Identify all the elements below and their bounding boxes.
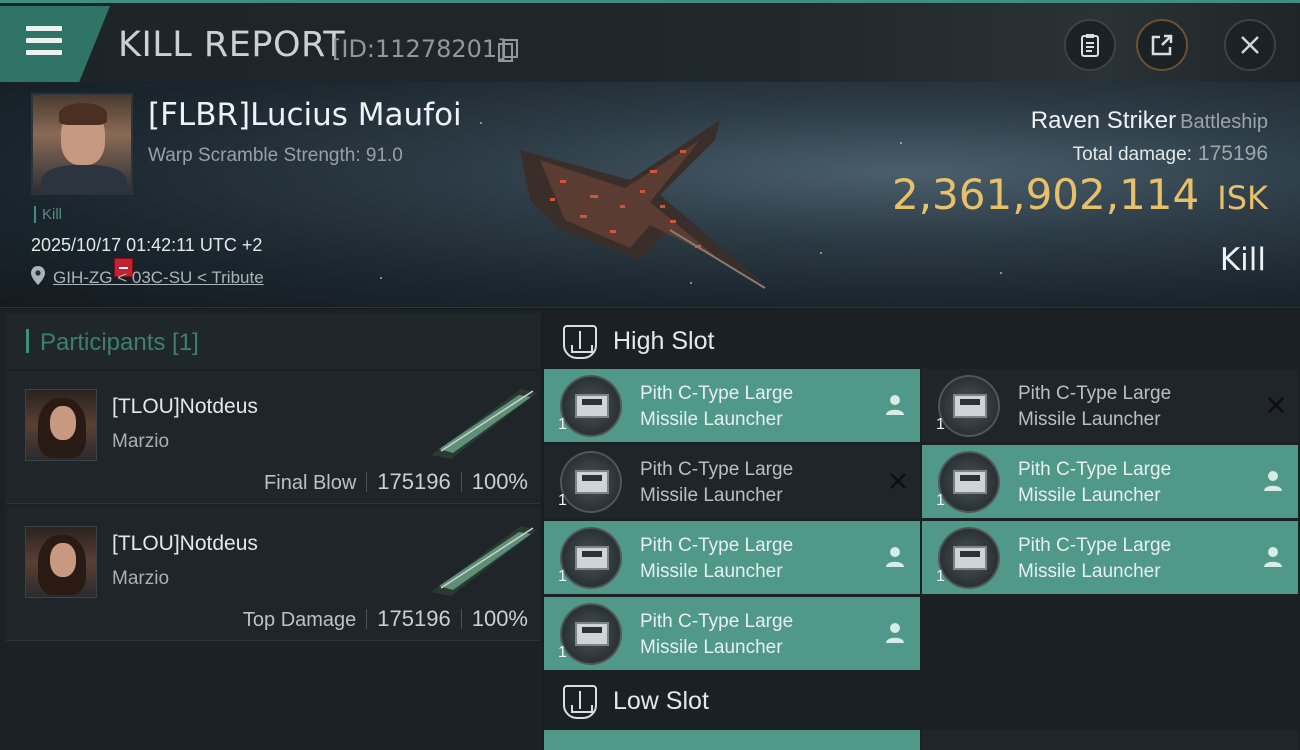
fitted-user-icon bbox=[886, 395, 904, 415]
participant-percent: 100% bbox=[471, 606, 528, 631]
close-icon bbox=[1241, 36, 1259, 54]
missile-launcher-icon bbox=[938, 527, 1000, 589]
isk-amount: 2,361,902,114 bbox=[891, 170, 1200, 219]
module-name: Pith C-Type Large Missile Launcher bbox=[640, 383, 794, 430]
module-quantity: 1 bbox=[558, 416, 567, 433]
total-damage: Total damage: 175196 bbox=[1073, 142, 1268, 166]
low-slot-header: Low Slot bbox=[543, 673, 1300, 731]
victim-ship-image bbox=[520, 120, 766, 289]
participant-stats: Top Damage 175196 100% bbox=[243, 606, 528, 632]
missile-launcher-icon bbox=[560, 527, 622, 589]
module-item[interactable]: 1 Pith C-Type Large Missile Launcher bbox=[544, 597, 920, 670]
missile-launcher-icon bbox=[560, 375, 622, 437]
module-name: Pith C-Type Large Missile Launcher bbox=[1018, 535, 1172, 582]
menu-icon bbox=[26, 50, 62, 55]
participant-avatar[interactable] bbox=[25, 526, 97, 598]
participant-role: Top Damage bbox=[242, 609, 357, 631]
missile-launcher-icon bbox=[938, 375, 1000, 437]
destroyed-x-icon bbox=[890, 473, 906, 489]
total-damage-label: Total damage: bbox=[1072, 144, 1192, 165]
ship-name: Raven Striker Battleship bbox=[1031, 107, 1268, 135]
high-slot-title: High Slot bbox=[613, 327, 715, 355]
participant-ship-name: Marzio bbox=[112, 431, 170, 452]
total-damage-value: 175196 bbox=[1197, 142, 1268, 165]
participant-damage: 175196 bbox=[377, 469, 451, 494]
module-quantity: 1 bbox=[936, 492, 945, 509]
low-slot-title: Low Slot bbox=[613, 687, 709, 715]
fitted-user-icon bbox=[1264, 471, 1282, 491]
module-item-partial[interactable] bbox=[544, 730, 920, 750]
participant-avatar[interactable] bbox=[25, 389, 97, 461]
participant-damage: 175196 bbox=[377, 606, 451, 631]
participants-panel: Participants [1] [TLOU]Notdeus Marzio Fi… bbox=[0, 309, 542, 750]
module-quantity: 1 bbox=[936, 416, 945, 433]
result-label: Kill bbox=[1219, 242, 1266, 278]
participant-row[interactable]: [TLOU]Notdeus Marzio Final Blow 175196 100… bbox=[6, 371, 540, 504]
participant-role: Final Blow bbox=[264, 472, 357, 494]
close-button[interactable] bbox=[1224, 19, 1276, 71]
module-item[interactable]: 1 Pith C-Type Large Missile Launcher bbox=[544, 521, 920, 594]
report-id: [ID:11278201] bbox=[332, 35, 507, 63]
participant-name: [TLOU]Notdeus bbox=[112, 532, 258, 555]
clipboard-icon bbox=[1081, 34, 1099, 57]
victim-portrait[interactable] bbox=[31, 93, 133, 195]
menu-icon bbox=[26, 26, 62, 31]
module-name: Pith C-Type Large Missile Launcher bbox=[640, 611, 794, 658]
top-bar: KILL REPORT [ID:11278201] bbox=[0, 0, 1300, 82]
module-quantity: 1 bbox=[558, 644, 567, 661]
participant-ship-image bbox=[431, 526, 537, 596]
participants-title: Participants [1] bbox=[40, 329, 199, 356]
module-name: Pith C-Type Large Missile Launcher bbox=[640, 459, 794, 506]
fitting-panel: High Slot 1 Pith C-Type Large Missile Lau… bbox=[543, 309, 1300, 750]
module-item-partial[interactable] bbox=[922, 730, 1298, 750]
module-name: Pith C-Type Large Missile Launcher bbox=[640, 535, 794, 582]
victim-name[interactable]: [FLBR]Lucius Maufoi bbox=[148, 97, 462, 133]
menu-icon bbox=[26, 38, 62, 43]
share-icon bbox=[1151, 34, 1173, 56]
share-button[interactable] bbox=[1136, 19, 1188, 71]
participant-stats: Final Blow 175196 100% bbox=[264, 469, 528, 495]
low-slot-icon bbox=[563, 685, 597, 719]
warp-scramble-strength: Warp Scramble Strength: 91.0 bbox=[148, 145, 403, 166]
ship-name-text: Raven Striker bbox=[1030, 107, 1177, 134]
participant-row[interactable]: [TLOU]Notdeus Marzio Top Damage 175196 100… bbox=[6, 508, 540, 641]
fitted-user-icon bbox=[1264, 547, 1282, 567]
location-link[interactable]: GIH-ZG < 03C-SU < Tribute bbox=[53, 268, 264, 288]
module-name: Pith C-Type Large Missile Launcher bbox=[1018, 459, 1172, 506]
clipboard-button[interactable] bbox=[1064, 19, 1116, 71]
fitted-user-icon bbox=[886, 547, 904, 567]
kill-tag: Kill bbox=[34, 206, 62, 223]
missile-launcher-icon bbox=[938, 451, 1000, 513]
location-pin-icon bbox=[31, 266, 45, 285]
destroyed-x-icon bbox=[1268, 397, 1284, 413]
module-quantity: 1 bbox=[558, 492, 567, 509]
isk-value: 2,361,902,114 ISK bbox=[892, 170, 1268, 219]
module-item[interactable]: 1 Pith C-Type Large Missile Launcher bbox=[922, 521, 1298, 594]
participant-name: [TLOU]Notdeus bbox=[112, 395, 258, 418]
module-name: Pith C-Type Large Missile Launcher bbox=[1018, 383, 1172, 430]
victim-panel: [FLBR]Lucius Maufoi Warp Scramble Streng… bbox=[0, 82, 1300, 308]
high-slot-icon bbox=[563, 325, 597, 359]
high-slot-header: High Slot bbox=[543, 313, 1300, 371]
participant-ship-image bbox=[431, 389, 537, 459]
participant-ship-name: Marzio bbox=[112, 568, 170, 589]
missile-launcher-icon bbox=[560, 451, 622, 513]
module-item[interactable]: 1 Pith C-Type Large Missile Launcher bbox=[922, 369, 1298, 442]
ship-class: Battleship bbox=[1180, 111, 1268, 133]
missile-launcher-icon bbox=[560, 603, 622, 665]
menu-button[interactable] bbox=[0, 6, 110, 82]
page-title: KILL REPORT bbox=[118, 25, 346, 65]
module-quantity: 1 bbox=[558, 568, 567, 585]
fitted-user-icon bbox=[886, 623, 904, 643]
copy-icon[interactable] bbox=[498, 39, 518, 62]
module-item[interactable]: 1 Pith C-Type Large Missile Launcher bbox=[922, 445, 1298, 518]
participants-header[interactable]: Participants [1] bbox=[6, 313, 540, 369]
module-item[interactable]: 1 Pith C-Type Large Missile Launcher bbox=[544, 369, 920, 442]
module-item[interactable]: 1 Pith C-Type Large Missile Launcher bbox=[544, 445, 920, 518]
participant-percent: 100% bbox=[471, 469, 528, 494]
isk-unit: ISK bbox=[1217, 179, 1268, 217]
module-quantity: 1 bbox=[936, 568, 945, 585]
kill-timestamp: 2025/10/17 01:42:11 UTC +2 bbox=[31, 235, 263, 255]
